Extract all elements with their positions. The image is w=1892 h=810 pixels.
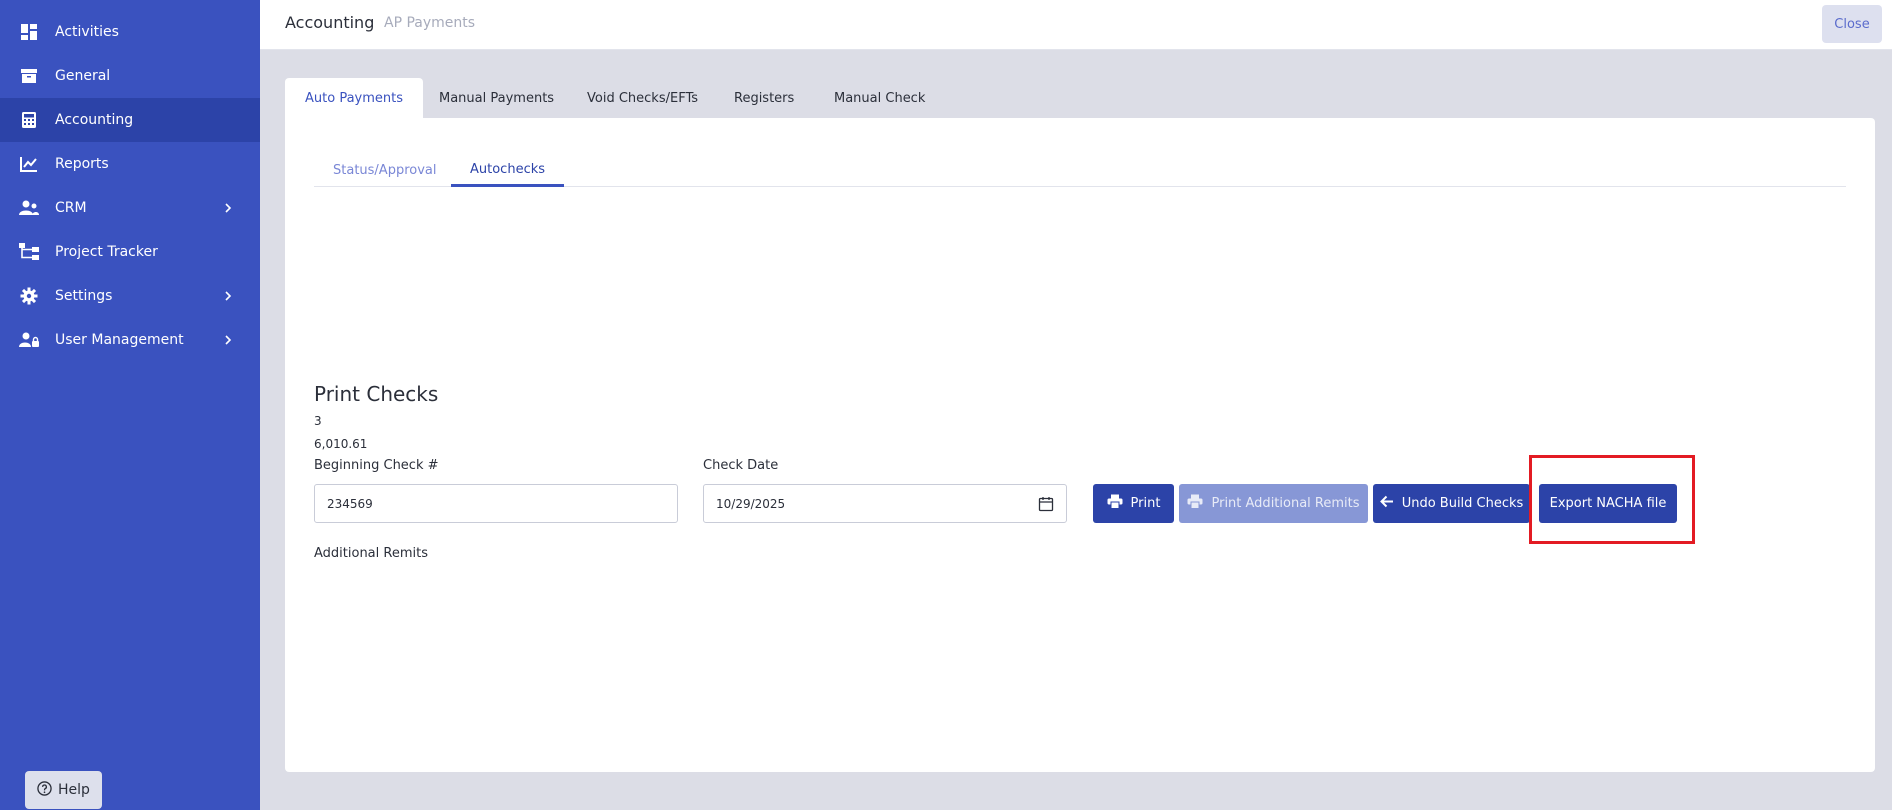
sidebar-item-reports[interactable]: Reports: [0, 142, 260, 186]
check-total: 6,010.61: [314, 437, 368, 451]
sidebar: Activities General Accounting Reports CR…: [0, 0, 260, 810]
additional-remits-label: Additional Remits: [314, 546, 428, 561]
tab-manual-check[interactable]: Manual Check: [814, 78, 945, 118]
gear-icon: [19, 286, 39, 306]
undo-build-checks-button[interactable]: Undo Build Checks: [1373, 484, 1530, 523]
chevron-right-icon: [220, 332, 236, 348]
archive-icon: [19, 66, 39, 86]
sidebar-item-label: Reports: [55, 156, 109, 172]
print-checks-title: Print Checks: [314, 382, 439, 406]
print-label: Print: [1130, 496, 1161, 511]
check-date-input[interactable]: 10/29/2025: [703, 484, 1067, 523]
undo-build-checks-label: Undo Build Checks: [1401, 496, 1524, 511]
chart-line-icon: [19, 154, 39, 174]
sidebar-item-label: CRM: [55, 200, 87, 216]
sidebar-item-project-tracker[interactable]: Project Tracker: [0, 230, 260, 274]
tab-auto-payments[interactable]: Auto Payments: [285, 78, 424, 118]
chevron-right-icon: [220, 200, 236, 216]
sidebar-item-label: Settings: [55, 288, 113, 304]
user-lock-icon: [19, 330, 39, 350]
check-count: 3: [314, 414, 322, 428]
beginning-check-label: Beginning Check #: [314, 458, 439, 473]
arrow-left-icon: [1379, 495, 1394, 512]
question-circle-icon: [37, 780, 52, 800]
sidebar-item-label: Project Tracker: [55, 244, 158, 260]
help-button[interactable]: Help: [25, 771, 102, 809]
users-icon: [19, 198, 39, 218]
sidebar-item-label: User Management: [55, 332, 184, 348]
sidebar-item-activities[interactable]: Activities: [0, 10, 260, 54]
highlight-box: [1529, 455, 1695, 544]
page-title: Accounting: [285, 13, 375, 32]
sidebar-item-accounting[interactable]: Accounting: [0, 98, 260, 142]
sidebar-item-crm[interactable]: CRM: [0, 186, 260, 230]
dashboard-icon: [19, 22, 39, 42]
sitemap-icon: [19, 242, 39, 262]
check-date-label: Check Date: [703, 458, 779, 473]
sidebar-item-label: Accounting: [55, 112, 134, 128]
check-date-value: 10/29/2025: [716, 496, 786, 511]
sidebar-item-label: General: [55, 68, 111, 84]
print-additional-remits-label: Print Additional Remits: [1211, 496, 1360, 511]
sidebar-item-label: Activities: [55, 24, 119, 40]
sidebar-item-general[interactable]: General: [0, 54, 260, 98]
close-button[interactable]: Close: [1822, 5, 1882, 43]
calculator-icon: [19, 110, 39, 130]
print-additional-remits-button[interactable]: Print Additional Remits: [1179, 484, 1368, 523]
content-card: Status/Approval Autochecks Print Checks …: [285, 118, 1875, 772]
beginning-check-input[interactable]: 234569: [314, 484, 678, 523]
sub-tabs: Status/Approval Autochecks: [314, 154, 1846, 187]
tab-status-approval[interactable]: Status/Approval: [314, 154, 456, 187]
tab-autochecks[interactable]: Autochecks: [451, 154, 565, 187]
printer-icon: [1187, 494, 1203, 513]
sidebar-item-user-management[interactable]: User Management: [0, 318, 260, 362]
tab-registers[interactable]: Registers: [714, 78, 814, 118]
tab-manual-payments[interactable]: Manual Payments: [419, 78, 574, 118]
chevron-right-icon: [220, 288, 236, 304]
help-label: Help: [58, 782, 90, 798]
print-button[interactable]: Print: [1093, 484, 1174, 523]
sidebar-item-settings[interactable]: Settings: [0, 274, 260, 318]
top-header: Accounting AP Payments Close: [260, 0, 1892, 50]
printer-icon: [1107, 494, 1123, 513]
calendar-icon[interactable]: [1038, 496, 1054, 512]
breadcrumb: AP Payments: [384, 15, 476, 31]
tab-void-checks-efts[interactable]: Void Checks/EFTs: [567, 78, 718, 118]
